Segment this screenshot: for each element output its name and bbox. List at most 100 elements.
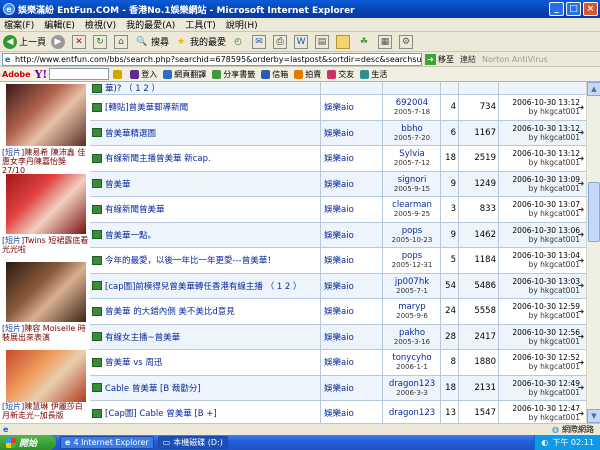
forward-button[interactable]: ▶ [51, 34, 67, 49]
thread-forum[interactable]: 娛樂aio [324, 197, 384, 222]
goto-last-post-icon[interactable]: ➜ [576, 299, 586, 324]
goto-last-post-icon[interactable]: ➜ [576, 95, 586, 120]
scroll-up-icon[interactable]: ▲ [587, 82, 600, 96]
goto-last-post-icon[interactable]: ➜ [576, 121, 586, 146]
thread-title[interactable]: 今年的最愛，以後一年比一年更愛---曾美華！ [92, 248, 314, 273]
refresh-button[interactable]: ↻ [93, 34, 109, 49]
promo-caption-1[interactable]: [短片]陳易希 陳沛鑫 佳惠女李丹陳嘉怡獎 27/10 [2, 148, 90, 175]
promo-image-4[interactable] [6, 350, 86, 402]
menu-help[interactable]: 說明(H) [226, 18, 258, 31]
thread-title[interactable]: [cap圖]前模得兒曾美華轉任香港有線主播 （ 1 2 ） [92, 274, 314, 299]
stop-button[interactable]: ✕ [72, 34, 88, 49]
goto-last-post-icon[interactable]: ➜ [576, 376, 586, 401]
messenger-button[interactable]: ☘ [357, 35, 373, 49]
thread-author[interactable] [382, 82, 442, 94]
thread-author[interactable]: dragon123 2006-3-3 [382, 376, 442, 401]
thread-author[interactable]: Sylvia 2005-7-12 [382, 146, 442, 171]
thread-title[interactable]: [轉貼]曾美華郵導新聞 [92, 95, 314, 120]
thread-author[interactable]: clearman 2005-9-25 [382, 197, 442, 222]
goto-last-post-icon[interactable]: ➜ [576, 401, 586, 423]
thread-author[interactable]: pakho 2005-3-16 [382, 325, 442, 350]
goto-last-post-icon[interactable]: ➜ [576, 325, 586, 350]
menu-file[interactable]: 檔案(F) [4, 18, 34, 31]
goto-last-post-icon[interactable]: ➜ [576, 146, 586, 171]
vertical-scrollbar[interactable]: ▲ ▼ [586, 82, 600, 423]
yahoo-auction-button[interactable]: 拍賣 [294, 69, 321, 80]
goto-last-post-icon[interactable]: ➜ [576, 223, 586, 248]
start-button[interactable]: 開始 [0, 435, 56, 450]
thread-forum[interactable]: 娛樂aio [324, 274, 384, 299]
thread-author[interactable]: jp007hk 2005-7-1 [382, 274, 442, 299]
yahoo-search-button[interactable] [113, 69, 124, 79]
thread-author[interactable]: signori 2005-9-15 [382, 172, 442, 197]
goto-last-post-icon[interactable]: ➜ [576, 350, 586, 375]
menu-edit[interactable]: 編輯(E) [44, 18, 75, 31]
thread-title[interactable]: 有線新聞主播曾美華 新cap. [92, 146, 314, 171]
thread-forum[interactable]: 娛樂aio [324, 401, 384, 423]
thread-author[interactable]: tonycyho 2006-1-1 [382, 350, 442, 375]
tray-icon[interactable]: ◐ [541, 438, 548, 447]
yahoo-dating-button[interactable]: 交友 [327, 69, 354, 80]
thread-forum[interactable]: 娛樂aio [324, 95, 384, 120]
print-button[interactable]: ⎙ [273, 34, 289, 49]
home-button[interactable]: ⌂ [114, 34, 130, 49]
scroll-thumb[interactable] [588, 182, 600, 242]
yahoo-mail-button[interactable]: 信箱 [261, 69, 288, 80]
thread-author[interactable]: dragon123 [382, 401, 442, 423]
yahoo-login-button[interactable]: 登入 [130, 69, 157, 80]
thread-title[interactable]: [Cap圖] Cable 曾美華 [B +] [92, 401, 314, 423]
thread-author[interactable]: pops 2005-10-23 [382, 223, 442, 248]
history-button[interactable]: ◴ [231, 35, 247, 49]
goto-last-post-icon[interactable]: ➜ [576, 172, 586, 197]
thread-title[interactable]: 曾美華精選圖 [92, 121, 314, 146]
thread-title[interactable]: 有線新聞曾美華 [92, 197, 314, 222]
edit-button[interactable]: W [294, 34, 310, 49]
goto-last-post-icon[interactable]: ➜ [576, 197, 586, 222]
thread-forum[interactable]: 娛樂aio [324, 248, 384, 273]
menu-favorites[interactable]: 我的最愛(A) [126, 18, 175, 31]
back-button[interactable]: ◀ 上一頁 [3, 34, 46, 49]
taskbar-item-ie[interactable]: e 4 Internet Explorer [60, 436, 154, 449]
thread-forum[interactable]: 娛樂aio [324, 223, 384, 248]
menu-tools[interactable]: 工具(T) [185, 18, 216, 31]
thread-title[interactable]: Cable 曾美華 [B 裁勸分] [92, 376, 314, 401]
minimize-button[interactable]: _ [549, 2, 564, 16]
thread-author[interactable]: 692004 2005-7-18 [382, 95, 442, 120]
yahoo-bookmark-button[interactable]: 分享書籤 [212, 69, 255, 80]
taskbar-item-disk[interactable]: ▭ 本機磁碟 (D:) [157, 436, 228, 449]
links-button[interactable]: 連結 [460, 54, 476, 65]
thread-forum[interactable]: 娛樂aio [324, 376, 384, 401]
thread-forum[interactable]: 娛樂aio [324, 325, 384, 350]
thread-forum[interactable]: 娛樂aio [324, 299, 384, 324]
thread-title[interactable]: 華)? （ 1 2 ） [92, 82, 314, 94]
mail-button[interactable]: ✉ [252, 34, 268, 49]
norton-button[interactable]: Norton AntiVirus [482, 55, 548, 64]
promo-image-1[interactable] [6, 84, 86, 146]
scroll-down-icon[interactable]: ▼ [587, 409, 600, 423]
thread-title[interactable]: 曾美華 的大錯內側 美不美比d意見 [92, 299, 314, 324]
go-button[interactable]: ➜ 移至 [425, 53, 454, 65]
thread-forum[interactable]: 娛樂aio [324, 121, 384, 146]
thread-author[interactable]: maryp 2005-9-6 [382, 299, 442, 324]
adobe-button[interactable]: Adobe [2, 70, 31, 79]
research-button[interactable]: ▦ [378, 34, 394, 49]
yahoo-life-button[interactable]: 生活 [360, 69, 387, 80]
thread-forum[interactable]: 娛樂aio [324, 146, 384, 171]
discuss-button[interactable]: ▤ [315, 34, 331, 49]
promo-caption-3[interactable]: [短片]陳容 Moiselle 時裝展出來表演 [2, 324, 90, 342]
folder-button[interactable] [336, 34, 352, 49]
maximize-button[interactable]: □ [566, 2, 581, 16]
close-button[interactable]: × [583, 2, 598, 16]
thread-author[interactable]: pops 2005-12-31 [382, 248, 442, 273]
thread-title[interactable]: 曾美華 vs 周迅 [92, 350, 314, 375]
thread-title[interactable]: 曾美華一點。 [92, 223, 314, 248]
promo-caption-2[interactable]: [短片]Twins 短裙露底看光光啦 [2, 236, 90, 254]
thread-title[interactable]: 有線女主播~曾美華 [92, 325, 314, 350]
menu-view[interactable]: 檢視(V) [85, 18, 116, 31]
promo-image-3[interactable] [6, 262, 86, 322]
promo-caption-4[interactable]: [短片]陳慧琳 伊麗莎白 月新走光--加長版 [2, 402, 90, 420]
promo-image-2[interactable] [6, 174, 86, 234]
thread-forum[interactable] [324, 82, 384, 94]
yahoo-search-input[interactable] [49, 68, 110, 80]
search-button[interactable]: 🔍 搜尋 [135, 35, 169, 49]
